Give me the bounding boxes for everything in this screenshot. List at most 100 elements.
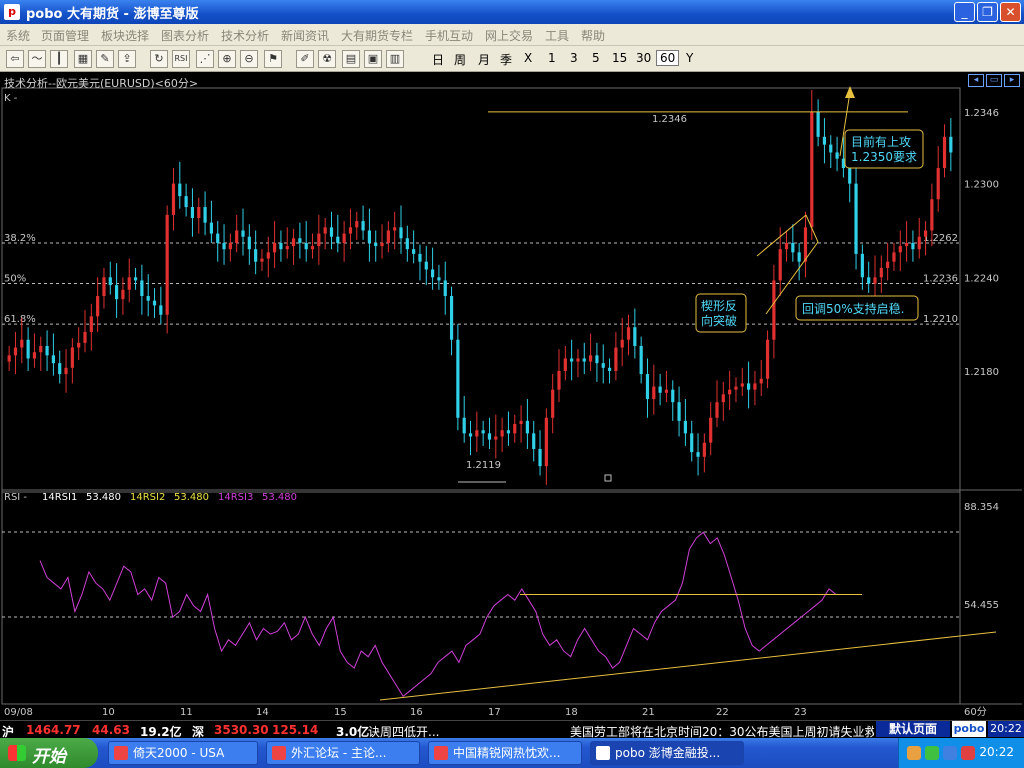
- chart-title: 技术分析--欧元美元(EURUSD)<60分>: [4, 77, 199, 90]
- period-y[interactable]: Y: [686, 51, 693, 65]
- candle-body: [576, 358, 580, 362]
- menu-news[interactable]: 新闻资讯: [281, 27, 329, 44]
- period-week[interactable]: 周: [454, 51, 466, 68]
- candle-body: [696, 452, 700, 457]
- book-icon[interactable]: ▤: [342, 50, 360, 68]
- candle-body: [791, 242, 795, 253]
- candle-body: [671, 389, 675, 403]
- period-day[interactable]: 日: [432, 51, 444, 68]
- restore-icon[interactable]: ❐: [977, 2, 998, 22]
- date-label-18: 18: [565, 707, 578, 718]
- default-page-button[interactable]: 默认页面: [876, 721, 950, 737]
- date-label-21: 21: [642, 707, 655, 718]
- title-bar: p pobo 大有期货 - 澎博至尊版 _ ❐ ✕: [0, 0, 1024, 24]
- candle-body: [538, 448, 542, 467]
- menu-chart-analysis[interactable]: 图表分析: [161, 27, 209, 44]
- candle-body: [481, 430, 485, 434]
- period-1[interactable]: 1: [548, 51, 556, 65]
- grid-icon[interactable]: ▦: [74, 50, 92, 68]
- candle-body: [645, 374, 650, 400]
- task-jingrui[interactable]: 中国精锐网热忱欢...: [428, 741, 582, 765]
- menu-tech-analysis[interactable]: 技术分析: [221, 27, 269, 44]
- tray-network-icon[interactable]: [925, 746, 939, 760]
- rsi2-label: 14RSI2: [130, 492, 165, 503]
- app-icon: [272, 746, 286, 760]
- warning-icon[interactable]: ☢: [318, 50, 336, 68]
- candle-body: [551, 389, 555, 418]
- candle-body: [32, 352, 37, 359]
- export-data-icon[interactable]: ▥: [386, 50, 404, 68]
- candle-body: [468, 433, 473, 437]
- rsi1-value: 53.480: [86, 492, 121, 503]
- task-forum[interactable]: 外汇论坛 - 主论...: [266, 741, 420, 765]
- zoom-in-icon[interactable]: ⊕: [218, 50, 236, 68]
- export-icon[interactable]: ⇪: [118, 50, 136, 68]
- period-30[interactable]: 30: [636, 51, 651, 65]
- candle-body: [905, 242, 909, 247]
- date-label-0908: 09/08: [4, 707, 33, 718]
- panel-next-icon[interactable]: ▸: [1004, 74, 1020, 87]
- alert-icon[interactable]: ⚑: [264, 50, 282, 68]
- task-pobo[interactable]: pobo 澎博金融投...: [590, 741, 744, 765]
- date-label-14: 14: [256, 707, 269, 718]
- drawing-icon[interactable]: ⋰: [196, 50, 214, 68]
- menu-online-trade[interactable]: 网上交易: [485, 27, 533, 44]
- candle-body: [456, 339, 460, 418]
- candle-body: [247, 236, 251, 250]
- pen-icon[interactable]: ✐: [296, 50, 314, 68]
- menu-futures-column[interactable]: 大有期货专栏: [341, 27, 413, 44]
- start-button[interactable]: 开始: [0, 738, 98, 768]
- candle-body: [740, 383, 744, 387]
- notes-icon[interactable]: ✎: [96, 50, 114, 68]
- menu-sector-select[interactable]: 板块选择: [101, 27, 149, 44]
- candle-body: [475, 430, 479, 437]
- tray-volume-icon[interactable]: [943, 746, 957, 760]
- chart-canvas[interactable]: K - 38.2% 50% 61.8% 1.2262 1.2236 1.2210…: [0, 72, 1024, 720]
- candle-body: [241, 230, 245, 237]
- period-x[interactable]: X: [524, 51, 532, 65]
- panel-prev-icon[interactable]: ◂: [968, 74, 984, 87]
- menu-system[interactable]: 系统: [6, 27, 30, 44]
- period-5[interactable]: 5: [592, 51, 600, 65]
- task-label: 外汇论坛 - 主论...: [291, 746, 387, 760]
- minimize-icon[interactable]: _: [954, 2, 975, 22]
- annotation-retrace: 回调50%支持启稳.: [795, 295, 919, 321]
- zoom-out-icon[interactable]: ⊖: [240, 50, 258, 68]
- candle-body: [45, 345, 49, 356]
- candle-body: [936, 168, 940, 200]
- period-3[interactable]: 3: [570, 51, 578, 65]
- fib-value-50: 1.2236: [923, 274, 958, 285]
- period-15[interactable]: 15: [612, 51, 627, 65]
- candle-body: [152, 300, 157, 306]
- price-tick-1.2180: 1.2180: [964, 367, 999, 378]
- candle-body: [386, 230, 390, 243]
- candle-body: [683, 420, 687, 434]
- sh-change: 44.63: [92, 723, 130, 737]
- period-quarter[interactable]: 季: [500, 51, 512, 68]
- period-60[interactable]: 60: [656, 50, 680, 66]
- candle-body: [753, 383, 757, 390]
- menu-tools[interactable]: 工具: [545, 27, 569, 44]
- tray-alert-icon[interactable]: [961, 746, 975, 760]
- tray-app-icon[interactable]: [907, 746, 921, 760]
- task-yitian[interactable]: 倚天2000 - USA: [108, 741, 258, 765]
- menu-page-manage[interactable]: 页面管理: [41, 27, 89, 44]
- package-icon[interactable]: ▣: [364, 50, 382, 68]
- menu-mobile[interactable]: 手机互动: [425, 27, 473, 44]
- panel-expand-icon[interactable]: ▭: [986, 74, 1002, 87]
- candle-body: [89, 316, 93, 332]
- close-icon[interactable]: ✕: [1000, 2, 1021, 22]
- rsi-name: RSI -: [4, 492, 27, 503]
- candle-body: [235, 230, 239, 243]
- candle-chart-icon[interactable]: ┃: [50, 50, 68, 68]
- candle-body: [848, 168, 852, 184]
- rsi-icon[interactable]: RSI: [172, 50, 190, 68]
- chart-area[interactable]: K - 38.2% 50% 61.8% 1.2262 1.2236 1.2210…: [0, 72, 1024, 720]
- line-chart-icon[interactable]: 〜: [28, 50, 46, 68]
- status-clock: 20:22: [988, 721, 1024, 737]
- period-month[interactable]: 月: [478, 51, 490, 68]
- refresh-icon[interactable]: ↻: [150, 50, 168, 68]
- menu-help[interactable]: 帮助: [581, 27, 605, 44]
- back-arrow-icon[interactable]: ⇦: [6, 50, 24, 68]
- candle-body: [462, 417, 466, 434]
